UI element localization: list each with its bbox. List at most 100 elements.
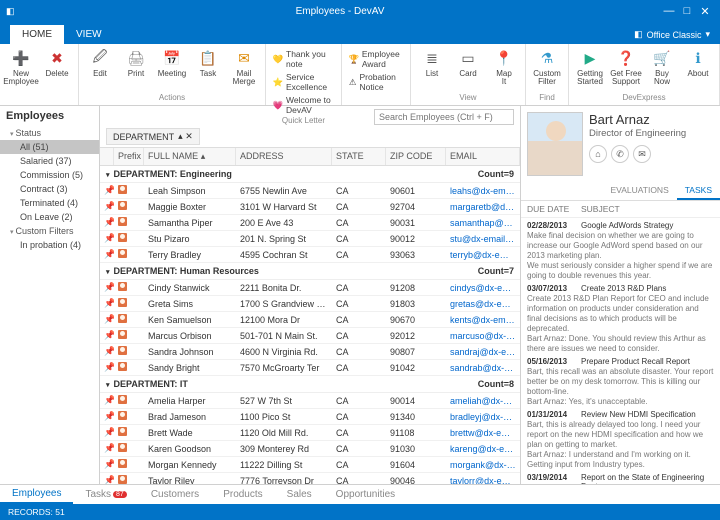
bottom-tab-tasks[interactable]: Tasks87 [73,485,138,504]
pin-icon[interactable]: 📌 [100,247,114,262]
task-item[interactable]: 02/28/2013Google AdWords StrategyMake fi… [527,221,714,281]
ribbon-delete[interactable]: ✖Delete [40,46,74,78]
pin-icon[interactable]: 📌 [100,393,114,408]
col-zip[interactable]: ZIP CODE [386,148,446,165]
pin-icon[interactable]: 📌 [100,328,114,343]
ribbon-get-free-support[interactable]: ❓Get FreeSupport [609,46,643,86]
ribbon-task[interactable]: 📋Task [191,46,225,78]
pin-icon[interactable]: 📌 [100,441,114,456]
group-header[interactable]: ▾DEPARTMENT: ITCount=8 [100,376,520,393]
ribbon-list[interactable]: ≣List [415,46,449,78]
sidebar-item[interactable]: On Leave (2) [0,210,99,224]
pin-icon[interactable]: 📌 [100,183,114,198]
ribbon-line[interactable]: 💛Thank you note [270,48,337,70]
pin-icon[interactable]: 📌 [100,360,114,375]
ribbon-getting-started[interactable]: ▶GettingStarted [573,46,607,86]
table-row[interactable]: 📌Brett Wade1120 Old Mill Rd.CA91108brett… [100,425,520,441]
table-row[interactable]: 📌Samantha Piper200 E Ave 43CA90031samant… [100,215,520,231]
table-row[interactable]: 📌Cindy Stanwick2211 Bonita Dr.CA91208cin… [100,280,520,296]
bottom-tab-sales[interactable]: Sales [275,485,324,504]
col-email[interactable]: EMAIL [446,148,520,165]
chat-icon[interactable]: ✉ [633,145,651,163]
pin-icon[interactable]: 📌 [100,296,114,311]
col-address[interactable]: ADDRESS [236,148,332,165]
phone-icon[interactable]: ✆ [611,145,629,163]
ribbon-line[interactable]: ⭐Service Excellence [270,71,337,93]
detail-tab-tasks[interactable]: TASKS [677,182,720,200]
minimize-button[interactable]: — [660,5,678,17]
avatar-icon [118,346,127,355]
ribbon-line[interactable]: ⚠Probation Notice [346,71,406,93]
task-list[interactable]: 02/28/2013Google AdWords StrategyMake fi… [521,218,720,484]
ribbon-edit[interactable]: 🖉Edit [83,46,117,78]
ribbon-card[interactable]: ▭Card [451,46,485,78]
table-row[interactable]: 📌Brad Jameson1100 Pico StCA91340bradleyj… [100,409,520,425]
group-by-chip[interactable]: DEPARTMENT ▴ ✕ [106,128,200,145]
sidebar-item[interactable]: Salaried (37) [0,154,99,168]
pin-icon[interactable]: 📌 [100,231,114,246]
table-row[interactable]: 📌Greta Sims1700 S Grandview Dr.CA91803gr… [100,296,520,312]
tab-home[interactable]: HOME [10,25,64,44]
sidebar-item[interactable]: Terminated (4) [0,196,99,210]
bottom-tab-employees[interactable]: Employees [0,485,73,504]
sidebar-item[interactable]: All (51) [0,140,99,154]
table-row[interactable]: 📌Terry Bradley4595 Cochran StCA93063terr… [100,247,520,263]
task-item[interactable]: 05/16/2013Prepare Product Recall ReportB… [527,357,714,407]
detail-tab-evaluations[interactable]: EVALUATIONS [602,182,676,200]
bottom-tab-products[interactable]: Products [211,485,274,504]
ribbon-line[interactable]: 🏆Employee Award [346,48,406,70]
ribbon-about[interactable]: ℹAbout [681,46,715,78]
pin-icon[interactable]: 📌 [100,199,114,214]
group-header[interactable]: ▾DEPARTMENT: EngineeringCount=9 [100,166,520,183]
pin-icon[interactable]: 📌 [100,344,114,359]
sidebar-item[interactable]: Commission (5) [0,168,99,182]
pin-icon[interactable]: 📌 [100,457,114,472]
pin-icon[interactable]: 📌 [100,473,114,484]
ribbon-new-employee[interactable]: ➕NewEmployee [4,46,38,86]
table-row[interactable]: 📌Stu Pizaro201 N. Spring StCA90012stu@dx… [100,231,520,247]
group-header[interactable]: ▾DEPARTMENT: Human ResourcesCount=7 [100,263,520,280]
bottom-tab-customers[interactable]: Customers [139,485,211,504]
table-row[interactable]: 📌Sandy Bright7570 McGroarty TerCA91042sa… [100,360,520,376]
table-row[interactable]: 📌Maggie Boxter3101 W Harvard StCA92704ma… [100,199,520,215]
table-row[interactable]: 📌Sandra Johnson4600 N Virginia Rd.CA9080… [100,344,520,360]
col-prefix[interactable]: Prefix [114,148,144,165]
pin-icon[interactable]: 📌 [100,312,114,327]
pin-icon[interactable]: 📌 [100,215,114,230]
ribbon-custom-filter[interactable]: ⚗CustomFilter [530,46,564,86]
theme-selector[interactable]: ◧ Office Classic ▾ [624,25,720,44]
col-fullname[interactable]: FULL NAME ▴ [144,148,236,165]
close-button[interactable]: ✕ [696,5,714,18]
task-item[interactable]: 03/07/2013Create 2013 R&D PlansCreate 20… [527,284,714,354]
bottom-tab-opportunities[interactable]: Opportunities [324,485,407,504]
sidebar-item[interactable]: In probation (4) [0,238,99,252]
grid-panel: DEPARTMENT ▴ ✕ Prefix FULL NAME ▴ ADDRES… [100,106,520,484]
maximize-button[interactable]: □ [678,5,696,17]
table-row[interactable]: 📌Taylor Riley7776 Torreyson DrCA90046tay… [100,473,520,484]
ribbon-print[interactable]: 🖨Print [119,46,153,78]
task-item[interactable]: 01/31/2014Review New HDMI SpecificationB… [527,410,714,470]
ribbon-meeting[interactable]: 📅Meeting [155,46,189,78]
table-row[interactable]: 📌Leah Simpson6755 Newlin AveCA90601leahs… [100,183,520,199]
table-row[interactable]: 📌Amelia Harper527 W 7th StCA90014ameliah… [100,393,520,409]
ribbon-buy-now[interactable]: 🛒BuyNow [645,46,679,86]
avatar-icon [118,443,127,452]
ribbon-mail-merge[interactable]: ✉MailMerge [227,46,261,86]
pin-icon[interactable]: 📌 [100,425,114,440]
table-row[interactable]: 📌Ken Samuelson12100 Mora DrCA90670kents@… [100,312,520,328]
table-row[interactable]: 📌Morgan Kennedy11222 Dilling StCA91604mo… [100,457,520,473]
pin-icon[interactable]: 📌 [100,280,114,295]
ribbon-map-it[interactable]: 📍MapIt [487,46,521,86]
pin-icon[interactable]: 📌 [100,409,114,424]
sidebar-section-status[interactable]: Status [0,126,99,140]
search-input[interactable] [374,109,514,125]
table-row[interactable]: 📌Marcus Orbison501-701 N Main St.CA92012… [100,328,520,344]
tab-view[interactable]: VIEW [64,25,114,44]
home-icon[interactable]: ⌂ [589,145,607,163]
col-state[interactable]: STATE [332,148,386,165]
sidebar-item[interactable]: Contract (3) [0,182,99,196]
table-row[interactable]: 📌Karen Goodson309 Monterey RdCA91030kare… [100,441,520,457]
task-item[interactable]: 03/19/2014Report on the State of Enginee… [527,473,714,484]
grid-body[interactable]: ▾DEPARTMENT: EngineeringCount=9📌Leah Sim… [100,166,520,484]
sidebar-section-custom-filters[interactable]: Custom Filters [0,224,99,238]
